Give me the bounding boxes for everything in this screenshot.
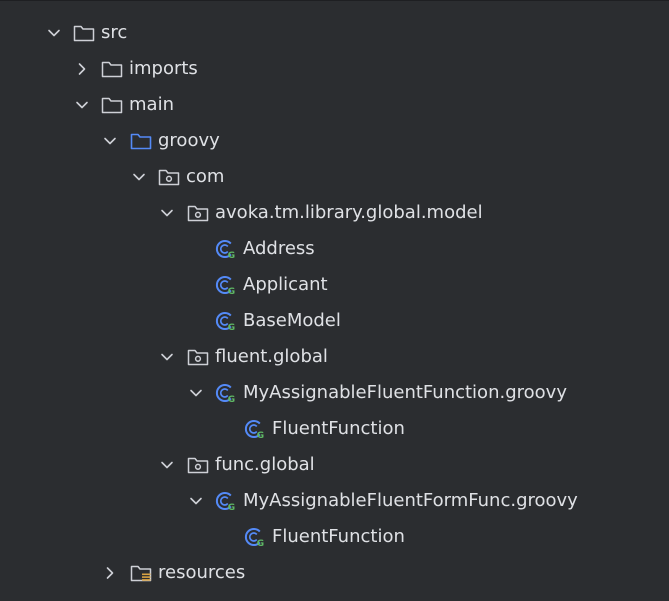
chevron-down-icon[interactable] (100, 131, 120, 151)
tree-item-label: fluent.global (215, 346, 328, 367)
svg-text:G: G (228, 395, 235, 404)
tree-item-fluent-global-package[interactable]: fluent.global (0, 339, 669, 375)
tree-item-avoka-model-package[interactable]: avoka.tm.library.global.model (0, 195, 669, 231)
svg-text:G: G (257, 539, 264, 548)
groovy-class-icon: G (214, 490, 238, 512)
tree-item-fluentfunction[interactable]: G FluentFunction (0, 411, 669, 447)
chevron-down-icon[interactable] (157, 347, 177, 367)
groovy-class-icon: G (214, 382, 238, 404)
tree-item-label: Applicant (243, 274, 328, 295)
groovy-class-icon: G (243, 418, 267, 440)
groovy-class-icon: G (214, 310, 238, 332)
tree-item-label: FluentFunction (272, 526, 405, 547)
tree-item-label: Address (243, 238, 315, 259)
tree-item-label: resources (158, 562, 246, 583)
folder-icon (72, 22, 96, 44)
folder-icon (100, 58, 124, 80)
package-icon (186, 454, 210, 476)
tree-item-label: FluentFunction (272, 418, 405, 439)
tree-item-label: avoka.tm.library.global.model (215, 202, 483, 223)
svg-text:G: G (228, 287, 235, 296)
groovy-class-icon: G (243, 526, 267, 548)
svg-text:G: G (228, 323, 235, 332)
chevron-down-icon[interactable] (72, 95, 92, 115)
tree-item-com[interactable]: com (0, 159, 669, 195)
tree-item-label: main (129, 94, 174, 115)
groovy-class-icon: G (214, 238, 238, 260)
package-icon (186, 202, 210, 224)
project-tree: src imports main groovy com avoka.tm.lib… (0, 0, 669, 601)
resources-folder-icon (129, 562, 153, 584)
tree-item-label: MyAssignableFluentFunction.groovy (243, 382, 567, 403)
tree-item-main[interactable]: main (0, 87, 669, 123)
chevron-down-icon[interactable] (186, 491, 206, 511)
tree-item-resources[interactable]: resources (0, 555, 669, 591)
tree-item-label: com (186, 166, 225, 187)
tree-item-label: func.global (215, 454, 315, 475)
chevron-down-icon[interactable] (44, 23, 64, 43)
svg-text:G: G (257, 431, 264, 440)
chevron-down-icon[interactable] (157, 203, 177, 223)
tree-item-label: groovy (158, 130, 220, 151)
tree-item-partial[interactable] (0, 591, 669, 601)
tree-item-label: BaseModel (243, 310, 341, 331)
svg-text:G: G (228, 503, 235, 512)
tree-item-label: MyAssignableFluentFormFunc.groovy (243, 490, 578, 511)
tree-item-src[interactable]: src (0, 15, 669, 51)
chevron-down-icon[interactable] (186, 383, 206, 403)
chevron-right-icon[interactable] (72, 59, 92, 79)
source-root-folder-icon (129, 130, 153, 152)
tree-item-label: src (101, 22, 128, 43)
tree-item-address[interactable]: G Address (0, 231, 669, 267)
package-icon (186, 346, 210, 368)
svg-text:G: G (228, 251, 235, 260)
groovy-class-icon: G (214, 274, 238, 296)
tree-item-basemodel[interactable]: G BaseModel (0, 303, 669, 339)
chevron-right-icon[interactable] (100, 563, 120, 583)
tree-item-fluentfunction[interactable]: G FluentFunction (0, 519, 669, 555)
tree-item-func-global-package[interactable]: func.global (0, 447, 669, 483)
chevron-down-icon[interactable] (157, 455, 177, 475)
tree-item-imports[interactable]: imports (0, 51, 669, 87)
chevron-down-icon[interactable] (129, 167, 149, 187)
package-icon (157, 166, 181, 188)
tree-item-groovy[interactable]: groovy (0, 123, 669, 159)
tree-item-label: imports (129, 58, 198, 79)
tree-item-applicant[interactable]: G Applicant (0, 267, 669, 303)
tree-item-groovy-file[interactable]: G MyAssignableFluentFormFunc.groovy (0, 483, 669, 519)
folder-icon (100, 94, 124, 116)
tree-item-groovy-file[interactable]: G MyAssignableFluentFunction.groovy (0, 375, 669, 411)
